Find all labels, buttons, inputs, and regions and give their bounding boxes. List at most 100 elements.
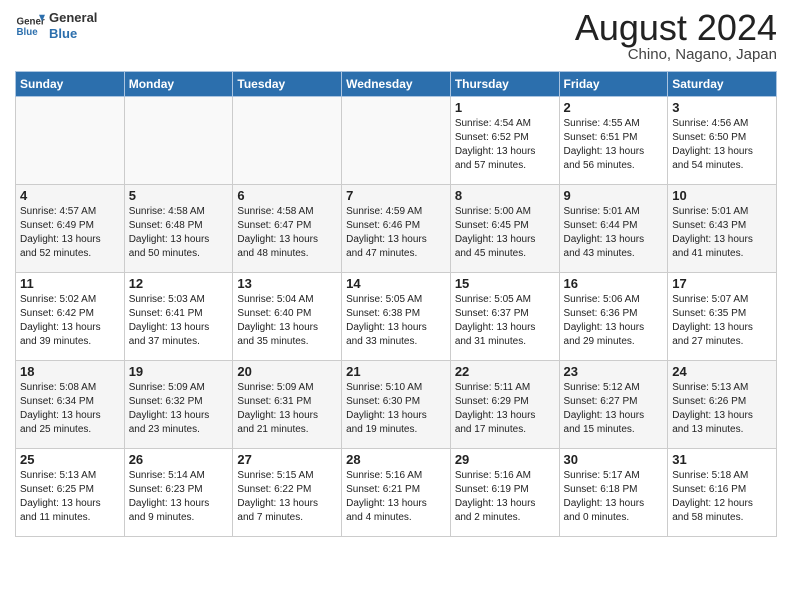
day-number: 21 — [346, 364, 446, 379]
cell-details: Sunrise: 5:14 AM Sunset: 6:23 PM Dayligh… — [129, 469, 229, 525]
calendar-table: SundayMondayTuesdayWednesdayThursdayFrid… — [15, 71, 777, 537]
weekday-header: Wednesday — [342, 72, 451, 97]
weekday-header: Tuesday — [233, 72, 342, 97]
day-number: 18 — [20, 364, 120, 379]
day-number: 23 — [564, 364, 664, 379]
cell-details: Sunrise: 5:05 AM Sunset: 6:37 PM Dayligh… — [455, 293, 555, 349]
calendar-cell: 25 Sunrise: 5:13 AM Sunset: 6:25 PM Dayli… — [16, 449, 125, 537]
calendar-cell: 29Sunrise: 5:16 AM Sunset: 6:19 PM Dayli… — [450, 449, 559, 537]
page-subtitle: Chino, Nagano, Japan — [575, 46, 777, 63]
calendar-header-row: SundayMondayTuesdayWednesdayThursdayFrid… — [16, 72, 777, 97]
day-number: 7 — [346, 188, 446, 203]
calendar-cell: 27 Sunrise: 5:15 AM Sunset: 6:22 PM Dayli… — [233, 449, 342, 537]
cell-details: Sunrise: 5:17 AM Sunset: 6:18 PM Dayligh… — [564, 469, 664, 525]
calendar-week-row: 11 Sunrise: 5:02 AM Sunset: 6:42 PM Dayli… — [16, 273, 777, 361]
calendar-cell: 22Sunrise: 5:11 AM Sunset: 6:29 PM Dayli… — [450, 361, 559, 449]
day-number: 28 — [346, 452, 446, 467]
calendar-cell: 12 Sunrise: 5:03 AM Sunset: 6:41 PM Dayli… — [124, 273, 233, 361]
day-number: 13 — [237, 276, 337, 291]
day-number: 12 — [129, 276, 229, 291]
cell-details: Sunrise: 5:16 AM Sunset: 6:21 PM Dayligh… — [346, 469, 446, 525]
cell-details: Sunrise: 5:00 AM Sunset: 6:45 PM Dayligh… — [455, 205, 555, 261]
cell-details: Sunrise: 5:15 AM Sunset: 6:22 PM Dayligh… — [237, 469, 337, 525]
calendar-cell: 13 Sunrise: 5:04 AM Sunset: 6:40 PM Dayli… — [233, 273, 342, 361]
calendar-cell: 28 Sunrise: 5:16 AM Sunset: 6:21 PM Dayli… — [342, 449, 451, 537]
logo-text: General Blue — [49, 10, 97, 41]
cell-details: Sunrise: 5:03 AM Sunset: 6:41 PM Dayligh… — [129, 293, 229, 349]
calendar-cell: 1 Sunrise: 4:54 AM Sunset: 6:52 PM Daylig… — [450, 97, 559, 185]
calendar-cell: 18 Sunrise: 5:08 AM Sunset: 6:34 PM Dayli… — [16, 361, 125, 449]
day-number: 3 — [672, 100, 772, 115]
calendar-cell: 9Sunrise: 5:01 AM Sunset: 6:44 PM Daylig… — [559, 185, 668, 273]
cell-details: Sunrise: 5:02 AM Sunset: 6:42 PM Dayligh… — [20, 293, 120, 349]
calendar-week-row: 1 Sunrise: 4:54 AM Sunset: 6:52 PM Daylig… — [16, 97, 777, 185]
calendar-cell: 26 Sunrise: 5:14 AM Sunset: 6:23 PM Dayli… — [124, 449, 233, 537]
calendar-cell: 19Sunrise: 5:09 AM Sunset: 6:32 PM Dayli… — [124, 361, 233, 449]
cell-details: Sunrise: 5:13 AM Sunset: 6:26 PM Dayligh… — [672, 381, 772, 437]
weekday-header: Friday — [559, 72, 668, 97]
header: General Blue General Blue August 2024 Ch… — [15, 10, 777, 63]
day-number: 8 — [455, 188, 555, 203]
calendar-cell: 4Sunrise: 4:57 AM Sunset: 6:49 PM Daylig… — [16, 185, 125, 273]
calendar-cell: 2 Sunrise: 4:55 AM Sunset: 6:51 PM Daylig… — [559, 97, 668, 185]
day-number: 31 — [672, 452, 772, 467]
day-number: 2 — [564, 100, 664, 115]
cell-details: Sunrise: 5:05 AM Sunset: 6:38 PM Dayligh… — [346, 293, 446, 349]
calendar-cell: 20 Sunrise: 5:09 AM Sunset: 6:31 PM Dayli… — [233, 361, 342, 449]
calendar-cell: 8 Sunrise: 5:00 AM Sunset: 6:45 PM Daylig… — [450, 185, 559, 273]
day-number: 16 — [564, 276, 664, 291]
calendar-cell: 30 Sunrise: 5:17 AM Sunset: 6:18 PM Dayli… — [559, 449, 668, 537]
calendar-cell: 15 Sunrise: 5:05 AM Sunset: 6:37 PM Dayli… — [450, 273, 559, 361]
cell-details: Sunrise: 4:56 AM Sunset: 6:50 PM Dayligh… — [672, 117, 772, 173]
day-number: 14 — [346, 276, 446, 291]
day-number: 15 — [455, 276, 555, 291]
cell-details: Sunrise: 4:59 AM Sunset: 6:46 PM Dayligh… — [346, 205, 446, 261]
day-number: 10 — [672, 188, 772, 203]
day-number: 1 — [455, 100, 555, 115]
calendar-cell: 3 Sunrise: 4:56 AM Sunset: 6:50 PM Daylig… — [668, 97, 777, 185]
cell-details: Sunrise: 4:54 AM Sunset: 6:52 PM Dayligh… — [455, 117, 555, 173]
calendar-cell: 31Sunrise: 5:18 AM Sunset: 6:16 PM Dayli… — [668, 449, 777, 537]
day-number: 20 — [237, 364, 337, 379]
calendar-body: 1 Sunrise: 4:54 AM Sunset: 6:52 PM Daylig… — [16, 97, 777, 537]
cell-details: Sunrise: 5:08 AM Sunset: 6:34 PM Dayligh… — [20, 381, 120, 437]
calendar-cell: 17Sunrise: 5:07 AM Sunset: 6:35 PM Dayli… — [668, 273, 777, 361]
cell-details: Sunrise: 4:57 AM Sunset: 6:49 PM Dayligh… — [20, 205, 120, 261]
weekday-header: Thursday — [450, 72, 559, 97]
calendar-cell: 6 Sunrise: 4:58 AM Sunset: 6:47 PM Daylig… — [233, 185, 342, 273]
weekday-header: Saturday — [668, 72, 777, 97]
calendar-cell: 24 Sunrise: 5:13 AM Sunset: 6:26 PM Dayli… — [668, 361, 777, 449]
calendar-cell — [342, 97, 451, 185]
day-number: 25 — [20, 452, 120, 467]
cell-details: Sunrise: 5:13 AM Sunset: 6:25 PM Dayligh… — [20, 469, 120, 525]
calendar-week-row: 25 Sunrise: 5:13 AM Sunset: 6:25 PM Dayli… — [16, 449, 777, 537]
calendar-cell: 5 Sunrise: 4:58 AM Sunset: 6:48 PM Daylig… — [124, 185, 233, 273]
cell-details: Sunrise: 5:09 AM Sunset: 6:32 PM Dayligh… — [129, 381, 229, 437]
title-area: August 2024 Chino, Nagano, Japan — [575, 10, 777, 63]
day-number: 24 — [672, 364, 772, 379]
cell-details: Sunrise: 5:01 AM Sunset: 6:44 PM Dayligh… — [564, 205, 664, 261]
cell-details: Sunrise: 4:58 AM Sunset: 6:47 PM Dayligh… — [237, 205, 337, 261]
calendar-week-row: 4Sunrise: 4:57 AM Sunset: 6:49 PM Daylig… — [16, 185, 777, 273]
logo: General Blue General Blue — [15, 10, 97, 41]
day-number: 27 — [237, 452, 337, 467]
day-number: 11 — [20, 276, 120, 291]
calendar-cell: 7 Sunrise: 4:59 AM Sunset: 6:46 PM Daylig… — [342, 185, 451, 273]
cell-details: Sunrise: 5:04 AM Sunset: 6:40 PM Dayligh… — [237, 293, 337, 349]
cell-details: Sunrise: 5:09 AM Sunset: 6:31 PM Dayligh… — [237, 381, 337, 437]
cell-details: Sunrise: 4:55 AM Sunset: 6:51 PM Dayligh… — [564, 117, 664, 173]
day-number: 26 — [129, 452, 229, 467]
calendar-cell: 16 Sunrise: 5:06 AM Sunset: 6:36 PM Dayli… — [559, 273, 668, 361]
calendar-week-row: 18 Sunrise: 5:08 AM Sunset: 6:34 PM Dayli… — [16, 361, 777, 449]
day-number: 30 — [564, 452, 664, 467]
day-number: 6 — [237, 188, 337, 203]
calendar-cell — [16, 97, 125, 185]
cell-details: Sunrise: 4:58 AM Sunset: 6:48 PM Dayligh… — [129, 205, 229, 261]
day-number: 5 — [129, 188, 229, 203]
cell-details: Sunrise: 5:06 AM Sunset: 6:36 PM Dayligh… — [564, 293, 664, 349]
calendar-cell: 11 Sunrise: 5:02 AM Sunset: 6:42 PM Dayli… — [16, 273, 125, 361]
calendar-cell: 23Sunrise: 5:12 AM Sunset: 6:27 PM Dayli… — [559, 361, 668, 449]
calendar-cell — [124, 97, 233, 185]
calendar-cell: 10Sunrise: 5:01 AM Sunset: 6:43 PM Dayli… — [668, 185, 777, 273]
page-title: August 2024 — [575, 10, 777, 46]
